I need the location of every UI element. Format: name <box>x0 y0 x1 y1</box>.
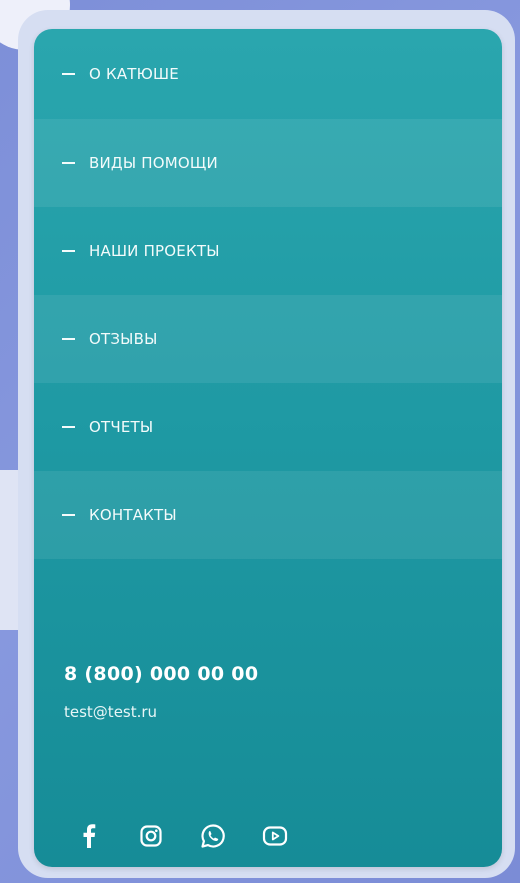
menu-list: О КАТЮШЕ ВИДЫ ПОМОЩИ НАШИ ПРОЕКТЫ ОТЗЫВЫ… <box>34 29 502 559</box>
menu-item-reports[interactable]: ОТЧЕТЫ <box>34 383 502 471</box>
dash-icon <box>62 514 75 516</box>
menu-item-label: КОНТАКТЫ <box>89 506 177 524</box>
instagram-icon[interactable] <box>136 821 166 851</box>
menu-item-label: О КАТЮШЕ <box>89 65 179 83</box>
menu-item-projects[interactable]: НАШИ ПРОЕКТЫ <box>34 207 502 295</box>
dash-icon <box>62 338 75 340</box>
menu-item-label: ВИДЫ ПОМОЩИ <box>89 154 218 172</box>
dash-icon <box>62 250 75 252</box>
menu-item-label: ОТЧЕТЫ <box>89 418 154 436</box>
menu-item-label: НАШИ ПРОЕКТЫ <box>89 242 220 260</box>
menu-item-label: ОТЗЫВЫ <box>89 330 158 348</box>
dash-icon <box>62 426 75 428</box>
menu-item-reviews[interactable]: ОТЗЫВЫ <box>34 295 502 383</box>
contact-info: 8 (800) 000 00 00 test@test.ru <box>64 663 258 721</box>
dash-icon <box>62 73 75 75</box>
email-link[interactable]: test@test.ru <box>64 703 258 721</box>
youtube-icon[interactable] <box>260 821 290 851</box>
menu-item-contacts[interactable]: КОНТАКТЫ <box>34 471 502 559</box>
mobile-menu-panel: О КАТЮШЕ ВИДЫ ПОМОЩИ НАШИ ПРОЕКТЫ ОТЗЫВЫ… <box>34 29 502 867</box>
phone-link[interactable]: 8 (800) 000 00 00 <box>64 663 258 685</box>
dash-icon <box>62 162 75 164</box>
menu-item-about[interactable]: О КАТЮШЕ <box>34 29 502 119</box>
social-links <box>74 821 322 851</box>
whatsapp-icon[interactable] <box>198 821 228 851</box>
facebook-icon[interactable] <box>74 821 104 851</box>
menu-item-help-types[interactable]: ВИДЫ ПОМОЩИ <box>34 119 502 207</box>
